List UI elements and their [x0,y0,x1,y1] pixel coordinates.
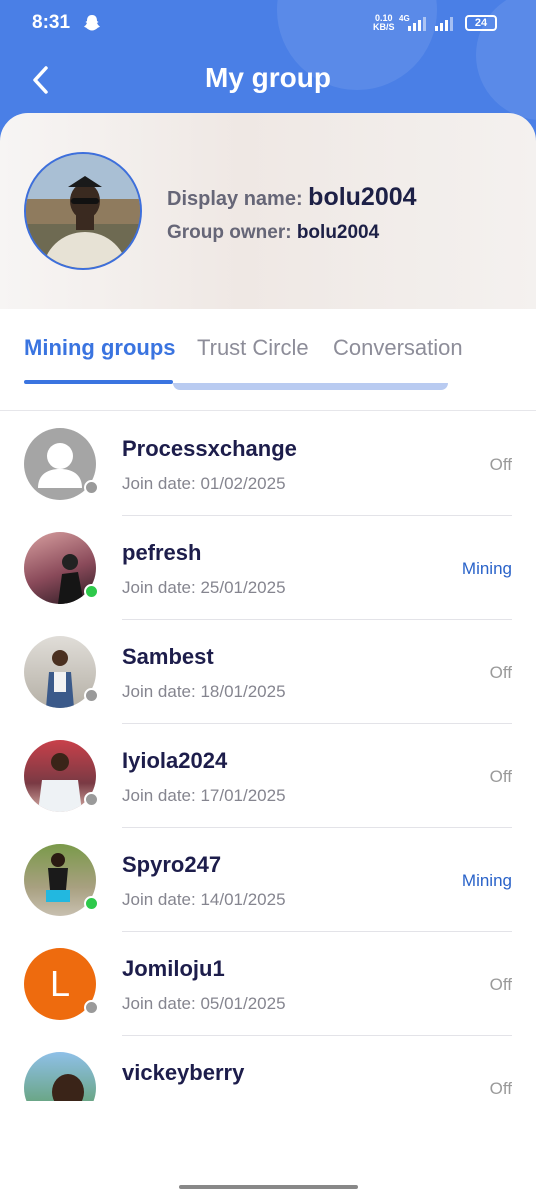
member-name: Processxchange [122,436,297,461]
member-join-date: Join date: 17/01/2025 [122,786,286,805]
member-status: Off [489,1079,512,1098]
group-owner: Group owner: bolu2004 [167,222,379,244]
online-status-dot [84,584,99,599]
net-speed-unit: KB/S [373,22,395,32]
offline-status-dot [84,480,99,495]
profile-avatar [24,152,142,270]
display-name-label: Display name: [167,188,309,210]
member-status: Off [489,663,512,682]
member-avatar [24,1052,96,1101]
member-name: Spyro247 [122,852,222,877]
tab-bar: Mining groups Trust Circle Conversation [0,320,536,386]
snapchat-icon [82,13,102,38]
offline-status-dot [84,1000,99,1015]
group-owner-value: bolu2004 [296,222,380,243]
member-join-date: Join date: 14/01/2025 [122,890,286,909]
home-indicator[interactable] [179,1185,358,1189]
online-status-dot [84,896,99,911]
tab-active-indicator [24,380,173,384]
member-row[interactable]: Processxchange Join date: 01/02/2025 Off [0,411,536,516]
page-title: My group [205,62,331,93]
display-name: Display name: bolu2004 [167,183,417,212]
member-row[interactable]: L Jomiloju1 Join date: 05/01/2025 Off [0,931,536,1036]
signal-icon [435,17,455,36]
member-status: Mining [461,871,512,890]
member-name: Sambest [122,644,214,669]
member-join-date: Join date: 25/01/2025 [122,578,286,597]
member-row[interactable]: pefresh Join date: 25/01/2025 Mining [0,515,536,620]
signal-icon [408,17,428,36]
member-name: vickeyberry [122,1060,245,1085]
status-time: 8:31 [32,12,71,33]
offline-status-dot [84,792,99,807]
member-name: Iyiola2024 [122,748,228,773]
profile-card: Display name: bolu2004 Group owner: bolu… [0,113,536,309]
member-row[interactable]: vickeyberry Off [0,1035,536,1101]
tab-trust-circle[interactable]: Trust Circle [197,335,309,361]
member-name: Jomiloju1 [122,956,225,981]
member-status: Off [489,455,512,474]
member-join-date: Join date: 05/01/2025 [122,994,286,1013]
offline-status-dot [84,688,99,703]
member-join-date: Join date: 01/02/2025 [122,474,286,493]
network-speed: 0.10 KB/S [373,14,395,32]
battery-icon: 24 [465,15,497,31]
member-status: Off [489,767,512,786]
status-bar: 8:31 0.10 KB/S 4G 24 [0,0,536,48]
member-name: pefresh [122,540,202,565]
member-status: Off [489,975,512,994]
member-list: Processxchange Join date: 01/02/2025 Off… [0,411,536,1101]
member-row[interactable]: Spyro247 Join date: 14/01/2025 Mining [0,827,536,932]
member-join-date: Join date: 18/01/2025 [122,682,286,701]
member-row[interactable]: Iyiola2024 Join date: 17/01/2025 Off [0,723,536,828]
tab-conversation[interactable]: Conversation [333,335,463,361]
tab-indicator-track [173,383,448,390]
member-status: Mining [461,559,512,578]
display-name-value: bolu2004 [308,183,417,211]
tab-mining-groups[interactable]: Mining groups [24,335,176,361]
group-owner-label: Group owner: [167,222,297,243]
member-row[interactable]: Sambest Join date: 18/01/2025 Off [0,619,536,724]
